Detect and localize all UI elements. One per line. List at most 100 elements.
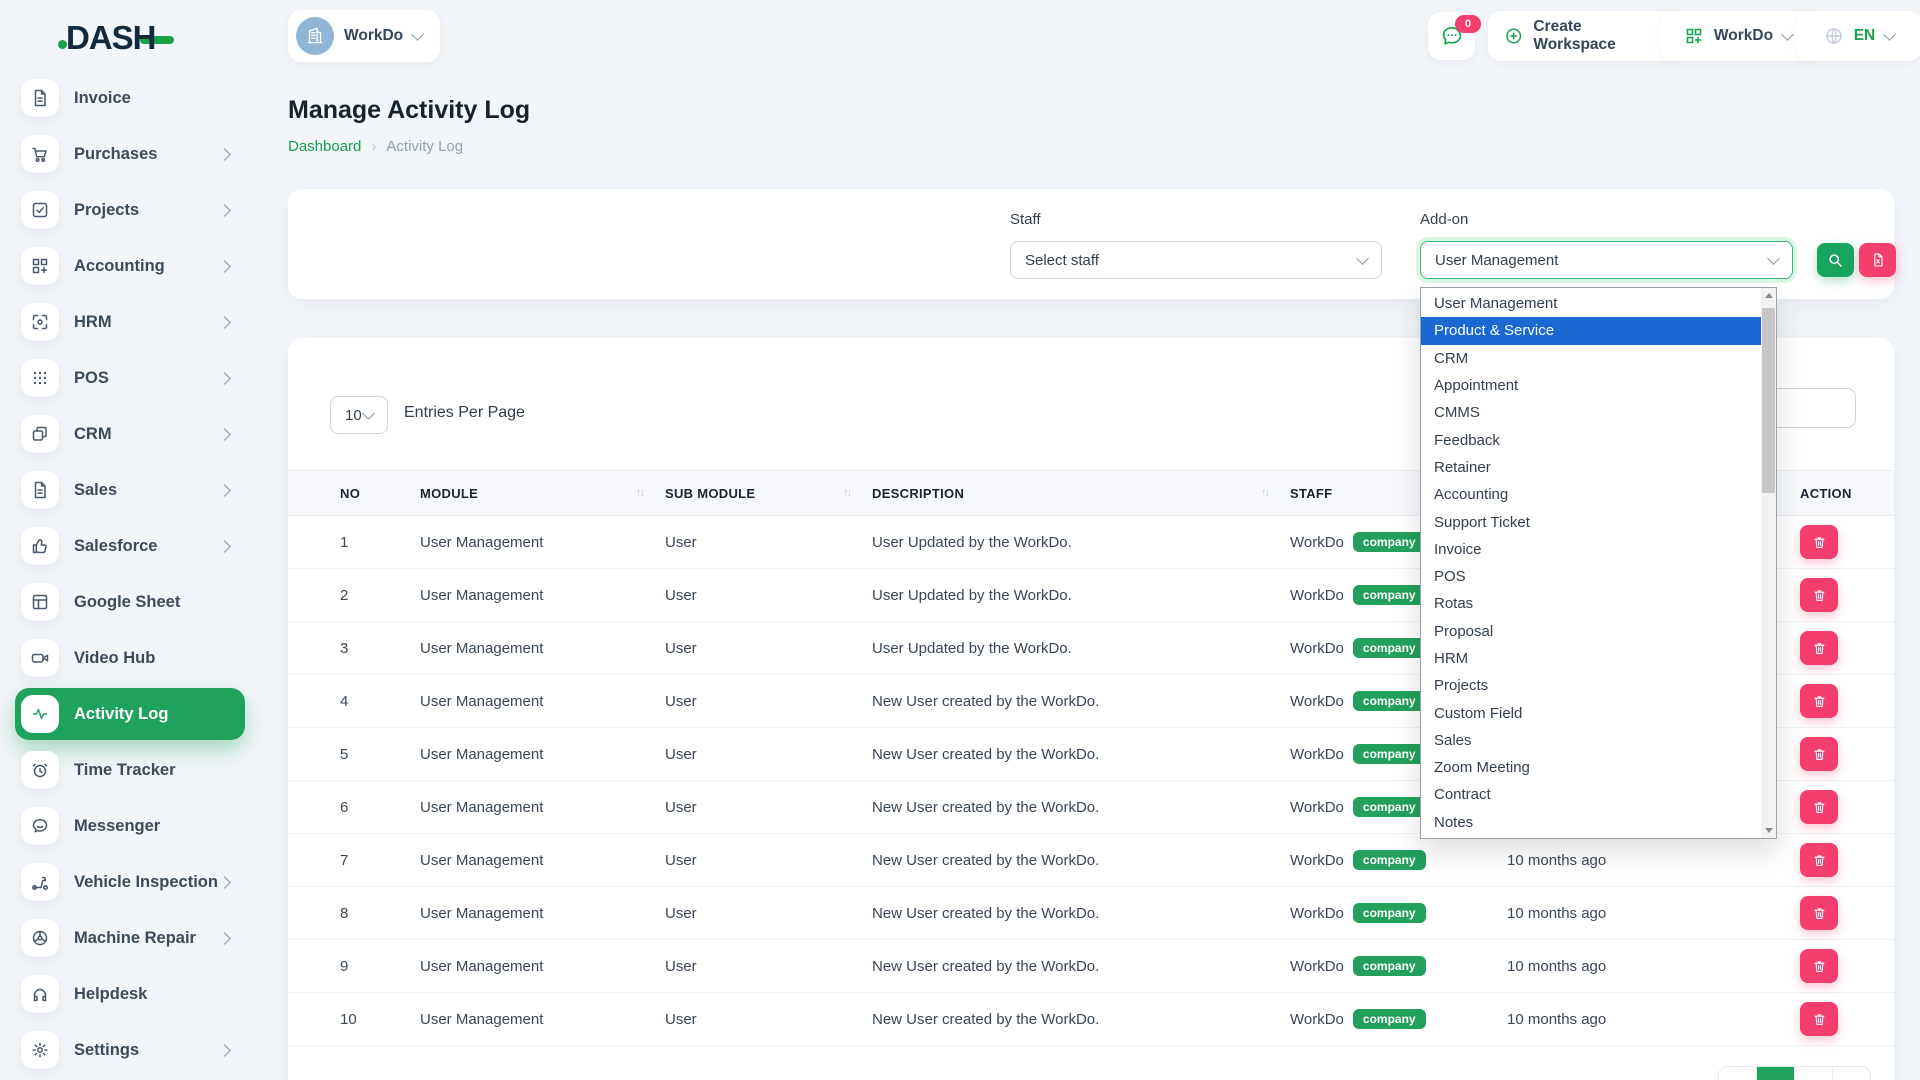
sidebar-item-label: Messenger [74, 817, 160, 836]
dash-logo[interactable]: DASH [66, 16, 174, 60]
pagination-page-button[interactable]: 2 [1794, 1067, 1832, 1080]
chevron-right-icon [218, 428, 231, 441]
delete-button[interactable] [1800, 790, 1838, 824]
cell-staff: WorkDo company [1290, 903, 1507, 923]
sidebar-item-purchases[interactable]: Purchases [15, 128, 245, 180]
addon-option[interactable]: Appointment [1421, 372, 1761, 399]
addon-option[interactable]: Accounting [1421, 481, 1761, 508]
sidebar-item-accounting[interactable]: Accounting [15, 240, 245, 292]
addon-option[interactable]: CMMS [1421, 399, 1761, 426]
delete-button[interactable] [1800, 684, 1838, 718]
delete-button[interactable] [1800, 525, 1838, 559]
sidebar-item-projects[interactable]: Projects [15, 184, 245, 236]
addon-option[interactable]: Proposal [1421, 618, 1761, 645]
sidebar-item-time-tracker[interactable]: Time Tracker [15, 744, 245, 796]
column-header[interactable]: ACTION ↑↓ [1800, 486, 1881, 501]
column-header[interactable]: NO ↑↓ [340, 486, 420, 501]
page-title: Manage Activity Log [288, 96, 530, 125]
delete-button[interactable] [1800, 578, 1838, 612]
addon-option[interactable]: POS [1421, 563, 1761, 590]
sidebar-item-hrm[interactable]: HRM [15, 296, 245, 348]
staff-name: WorkDo [1290, 958, 1344, 975]
delete-button[interactable] [1800, 737, 1838, 771]
cell-module: User Management [420, 799, 665, 816]
delete-button[interactable] [1800, 896, 1838, 930]
chevron-right-icon [218, 204, 231, 217]
sidebar-item-label: Activity Log [74, 705, 168, 724]
workspace-switcher[interactable]: WorkDo [288, 10, 440, 62]
chevron-down-icon [1767, 252, 1780, 265]
chevron-right-icon [218, 876, 231, 889]
addon-option[interactable]: CRM [1421, 345, 1761, 372]
create-workspace-button[interactable]: Create Workspace [1488, 11, 1680, 61]
sidebar-item-messenger[interactable]: Messenger [15, 800, 245, 852]
delete-button[interactable] [1800, 631, 1838, 665]
sidebar-item-video-hub[interactable]: Video Hub [15, 632, 245, 684]
sidebar-item-helpdesk[interactable]: Helpdesk [15, 968, 245, 1020]
addon-option[interactable]: Invoice [1421, 536, 1761, 563]
language-selector[interactable]: EN [1796, 11, 1920, 61]
chevron-right-icon [218, 1044, 231, 1057]
addon-option[interactable]: Product & Service [1421, 317, 1761, 344]
addon-option[interactable]: HRM [1421, 645, 1761, 672]
sidebar-item-vehicle-inspection[interactable]: Vehicle Inspection [15, 856, 245, 908]
delete-button[interactable] [1800, 843, 1838, 877]
cell-action [1800, 843, 1854, 877]
pagination-next-button[interactable]: › [1832, 1067, 1870, 1080]
scroll-up-icon[interactable] [1761, 288, 1776, 303]
addon-select[interactable]: User Management [1420, 241, 1793, 279]
reset-log-button[interactable] [1859, 243, 1896, 277]
cell-module: User Management [420, 958, 665, 975]
dropdown-scrollbar[interactable] [1761, 288, 1776, 838]
staff-name: WorkDo [1290, 640, 1344, 657]
addon-option[interactable]: Support Ticket [1421, 508, 1761, 535]
scroll-down-icon[interactable] [1761, 823, 1776, 838]
addon-option[interactable]: Feedback [1421, 426, 1761, 453]
addon-select-value: User Management [1435, 252, 1558, 269]
sidebar-item-label: Time Tracker [74, 761, 176, 780]
sidebar-item-icon [21, 303, 59, 341]
sidebar-item-label: Salesforce [74, 537, 157, 556]
column-header[interactable]: DESCRIPTION ↑↓ [872, 486, 1290, 501]
cell-staff: WorkDo company [1290, 850, 1507, 870]
cell-description: New User created by the WorkDo. [872, 693, 1290, 710]
sidebar-item-crm[interactable]: CRM [15, 408, 245, 460]
sort-icon[interactable]: ↑↓ [636, 487, 643, 499]
column-header-label: NO [340, 486, 360, 501]
cell-sub-module: User [665, 746, 872, 763]
addon-option[interactable]: Rotas [1421, 590, 1761, 617]
sidebar-item-google-sheet[interactable]: Google Sheet [15, 576, 245, 628]
sidebar-item-icon [21, 527, 59, 565]
sort-icon[interactable]: ↑↓ [1261, 487, 1268, 499]
column-header[interactable]: SUB MODULE ↑↓ [665, 486, 872, 501]
cell-time: 10 months ago [1507, 905, 1800, 922]
workspace-menu[interactable]: WorkDo [1660, 11, 1816, 61]
addon-option[interactable]: User Management [1421, 290, 1761, 317]
addon-option[interactable]: Notes [1421, 809, 1761, 836]
delete-button[interactable] [1800, 949, 1838, 983]
entries-per-page-select[interactable]: 10 [330, 396, 388, 434]
sort-icon[interactable]: ↑↓ [843, 487, 850, 499]
sidebar-item-machine-repair[interactable]: Machine Repair [15, 912, 245, 964]
sidebar-item-settings[interactable]: Settings [15, 1024, 245, 1076]
addon-option[interactable]: Sales [1421, 727, 1761, 754]
staff-select[interactable]: Select staff [1010, 241, 1382, 279]
pagination-prev-button[interactable]: ‹ [1719, 1067, 1756, 1080]
addon-option[interactable]: Custom Field [1421, 699, 1761, 726]
pagination-page-button[interactable]: 1 [1756, 1067, 1794, 1080]
column-header[interactable]: MODULE ↑↓ [420, 486, 665, 501]
search-button[interactable] [1817, 243, 1854, 277]
sidebar-item-salesforce[interactable]: Salesforce [15, 520, 245, 572]
addon-option[interactable]: Retainer [1421, 454, 1761, 481]
sidebar-item-invoice[interactable]: Invoice [15, 72, 245, 124]
sidebar-item-activity-log[interactable]: Activity Log [15, 688, 245, 740]
addon-option[interactable]: Zoom Meeting [1421, 754, 1761, 781]
addon-option[interactable]: Projects [1421, 672, 1761, 699]
sidebar-item-sales[interactable]: Sales [15, 464, 245, 516]
cell-time: 10 months ago [1507, 958, 1800, 975]
sidebar-item-pos[interactable]: POS [15, 352, 245, 404]
scrollbar-thumb[interactable] [1762, 308, 1775, 493]
delete-button[interactable] [1800, 1002, 1838, 1036]
addon-option[interactable]: Contract [1421, 781, 1761, 808]
breadcrumb-dashboard-link[interactable]: Dashboard [288, 138, 361, 155]
